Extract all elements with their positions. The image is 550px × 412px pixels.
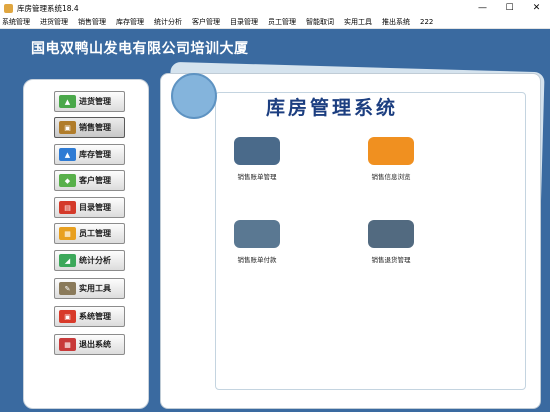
function-label: 销售账单付款 <box>237 256 277 264</box>
inventory-icon: ▲ <box>59 148 76 161</box>
menu-item-purchase[interactable]: 进货管理 <box>34 17 74 27</box>
sidebar-button-label: 统计分析 <box>79 256 111 265</box>
window-controls: — ☐ ✕ <box>469 0 550 16</box>
exit-icon: ▦ <box>59 338 76 351</box>
function-label: 销售信息浏览 <box>371 173 411 181</box>
sidebar-button-label: 库存管理 <box>79 150 111 159</box>
sidebar-button-label: 进货管理 <box>79 97 111 106</box>
menu-item-customers[interactable]: 客户管理 <box>186 17 226 27</box>
menu-item-exit[interactable]: 推出系统 <box>376 17 416 27</box>
title-bar: 库房管理系统18.4 — ☐ ✕ <box>0 0 550 16</box>
sidebar-button-label: 销售管理 <box>79 123 111 132</box>
decorative-circle <box>171 73 217 119</box>
catalog-icon: ▤ <box>59 201 76 214</box>
open-box-icon <box>368 220 414 248</box>
sidebar-button-label: 实用工具 <box>79 284 111 293</box>
menu-item-tools[interactable]: 实用工具 <box>338 17 378 27</box>
maximize-button[interactable]: ☐ <box>496 0 523 16</box>
menu-item-catalog[interactable]: 目录管理 <box>224 17 264 27</box>
rss-icon <box>368 137 414 165</box>
system-icon: ▣ <box>59 310 76 323</box>
sidebar-button-exit[interactable]: ▦ 退出系统 <box>54 334 125 355</box>
sidebar-button-label: 客户管理 <box>79 176 111 185</box>
main-area: 国电双鸭山发电有限公司培训大厦 ▲ 进货管理 ▣ 销售管理 ▲ 库存管理 ◆ 客… <box>0 29 550 412</box>
app-icon <box>4 3 13 13</box>
tiles-icon <box>234 137 280 165</box>
sidebar-button-label: 员工管理 <box>79 229 111 238</box>
sidebar-button-system[interactable]: ▣ 系统管理 <box>54 306 125 327</box>
function-sales-bill-payment[interactable]: 销售账单付款 <box>212 220 302 264</box>
window-title: 库房管理系统18.4 <box>17 3 79 13</box>
system-title: 库房管理系统 <box>266 97 399 119</box>
menu-item-inventory[interactable]: 库存管理 <box>110 17 150 27</box>
purchase-icon: ▲ <box>59 95 76 108</box>
sidebar-button-tools[interactable]: ✎ 实用工具 <box>54 278 125 299</box>
sidebar-button-label: 系统管理 <box>79 312 111 321</box>
function-sales-return-management[interactable]: 销售退货管理 <box>346 220 436 264</box>
sidebar-button-sales[interactable]: ▣ 销售管理 <box>54 117 125 138</box>
employees-icon: ▦ <box>59 227 76 240</box>
sales-icon: ▣ <box>59 121 76 134</box>
menu-item-222[interactable]: 222 <box>414 18 439 26</box>
sidebar-button-label: 退出系统 <box>79 340 111 349</box>
function-sales-bill-management[interactable]: 销售账单管理 <box>212 137 302 181</box>
customers-icon: ◆ <box>59 174 76 187</box>
sidebar-button-employees[interactable]: ▦ 员工管理 <box>54 223 125 244</box>
menu-item-employees[interactable]: 员工管理 <box>262 17 302 27</box>
sidebar-button-statistics[interactable]: ◢ 统计分析 <box>54 250 125 271</box>
menu-bar: 系统管理 进货管理 销售管理 库存管理 统计分析 客户管理 目录管理 员工管理 … <box>0 16 550 29</box>
tools-icon: ✎ <box>59 282 76 295</box>
sidebar-button-catalog[interactable]: ▤ 目录管理 <box>54 197 125 218</box>
minimize-button[interactable]: — <box>469 0 496 16</box>
company-name: 国电双鸭山发电有限公司培训大厦 <box>31 41 249 57</box>
menu-item-statistics[interactable]: 统计分析 <box>148 17 188 27</box>
close-button[interactable]: ✕ <box>523 0 550 16</box>
box-tray-icon <box>234 220 280 248</box>
function-sales-info-browse[interactable]: 销售信息浏览 <box>346 137 436 181</box>
sidebar-button-inventory[interactable]: ▲ 库存管理 <box>54 144 125 165</box>
sidebar-button-label: 目录管理 <box>79 203 111 212</box>
sidebar-button-purchase[interactable]: ▲ 进货管理 <box>54 91 125 112</box>
statistics-icon: ◢ <box>59 254 76 267</box>
sidebar-button-customers[interactable]: ◆ 客户管理 <box>54 170 125 191</box>
sidebar-panel: ▲ 进货管理 ▣ 销售管理 ▲ 库存管理 ◆ 客户管理 ▤ 目录管理 ▦ 员工管… <box>23 79 149 409</box>
function-label: 销售账单管理 <box>237 173 277 181</box>
menu-item-word-capture[interactable]: 智能取词 <box>300 17 340 27</box>
function-label: 销售退货管理 <box>371 256 411 264</box>
menu-item-system[interactable]: 系统管理 <box>0 17 36 27</box>
menu-item-sales[interactable]: 销售管理 <box>72 17 112 27</box>
